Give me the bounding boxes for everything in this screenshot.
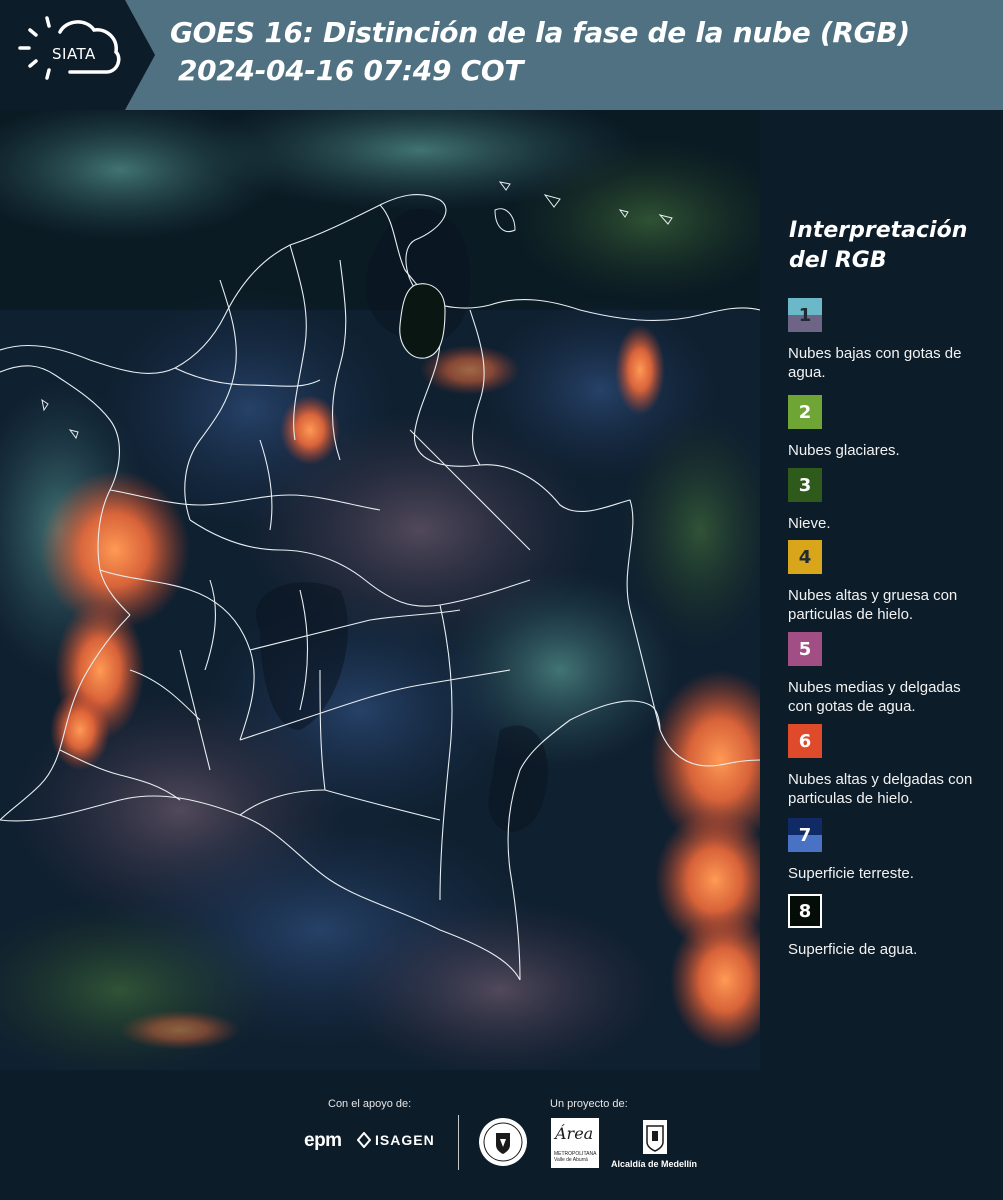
legend-number-6: 6: [798, 730, 812, 752]
legend-item-5: 5 Nubes medias y delgadas con gotas de a…: [788, 632, 988, 716]
area-logo-text: Área: [555, 1124, 594, 1143]
legend-label-6: Nubes altas y delgadas con particulas de…: [788, 771, 973, 807]
legend-swatch-5: 5: [788, 632, 822, 666]
legend-label-4: Nubes altas y gruesa con particulas de h…: [788, 587, 958, 623]
satellite-image[interactable]: [0, 110, 760, 1070]
legend-label-5: Nubes medias y delgadas con gotas de agu…: [788, 679, 961, 715]
logo-text: SIATA: [52, 45, 96, 63]
legend-label-7: Superficie terreste.: [788, 865, 914, 882]
legend-swatch-7: 7: [788, 818, 822, 852]
legend-swatch-8: 8: [788, 894, 822, 928]
title-line-2: 2024-04-16 07:49 COT: [178, 54, 524, 87]
legend-number-7: 7: [798, 824, 812, 846]
legend-item-8: 8 Superficie de agua.: [788, 894, 988, 959]
lake-maracaibo: [399, 283, 446, 359]
legend-swatch-1: 1: [788, 298, 822, 332]
support-label: Con el apoyo de:: [328, 1098, 412, 1110]
university-seal-icon[interactable]: [478, 1117, 528, 1167]
legend-item-1: 1 Nubes bajas con gotas de agua.: [788, 298, 988, 382]
legend-label-8: Superficie de agua.: [788, 941, 918, 958]
legend-number-1: 1: [798, 304, 812, 326]
page-title: GOES 16: Distinción de la fase de la nub…: [170, 14, 910, 90]
legend-number-8: 8: [798, 900, 812, 922]
legend-number-5: 5: [798, 638, 812, 660]
alcaldia-shield-icon: [643, 1120, 667, 1154]
legend-swatch-4: 4: [788, 540, 822, 574]
project-label: Un proyecto de:: [550, 1098, 628, 1110]
legend-panel: Interpretación del RGB 1 Nubes bajas con…: [760, 110, 1003, 1070]
legend-item-4: 4 Nubes altas y gruesa con particulas de…: [788, 540, 988, 624]
legend-number-4: 4: [798, 546, 812, 568]
legend-swatch-6: 6: [788, 724, 822, 758]
legend-swatch-2: 2: [788, 395, 822, 429]
legend-swatch-3: 3: [788, 468, 822, 502]
epm-logo[interactable]: epm: [304, 1130, 342, 1152]
footer: Con el apoyo de: Un proyecto de: epm ISA…: [0, 1070, 1003, 1200]
legend-number-3: 3: [798, 474, 812, 496]
legend-label-3: Nieve.: [788, 515, 831, 532]
legend-number-2: 2: [798, 401, 812, 423]
header-bar: SIATA GOES 16: Distinción de la fase de …: [0, 0, 1003, 110]
title-line-1: GOES 16: Distinción de la fase de la nub…: [170, 16, 910, 49]
legend-item-3: 3 Nieve.: [788, 468, 988, 533]
isagen-logo[interactable]: ISAGEN: [375, 1132, 435, 1148]
legend-item-7: 7 Superficie terreste.: [788, 818, 988, 883]
legend-label-2: Nubes glaciares.: [788, 442, 900, 459]
isagen-mark-icon: [357, 1132, 371, 1148]
satellite-map: [0, 110, 760, 1070]
siata-logo[interactable]: SIATA: [0, 0, 155, 110]
area-metropolitana-logo[interactable]: Área METROPOLITANA Valle de Aburrá: [551, 1118, 599, 1168]
legend-item-6: 6 Nubes altas y delgadas con particulas …: [788, 724, 988, 808]
footer-divider: [458, 1115, 459, 1170]
legend-title: Interpretación del RGB: [789, 218, 968, 273]
legend-label-1: Nubes bajas con gotas de agua.: [788, 345, 962, 381]
legend-item-2: 2 Nubes glaciares.: [788, 395, 988, 460]
alcaldia-medellin-logo[interactable]: Alcaldía de Medellín: [611, 1159, 697, 1169]
area-logo-subtext: METROPOLITANA Valle de Aburrá: [554, 1151, 597, 1163]
